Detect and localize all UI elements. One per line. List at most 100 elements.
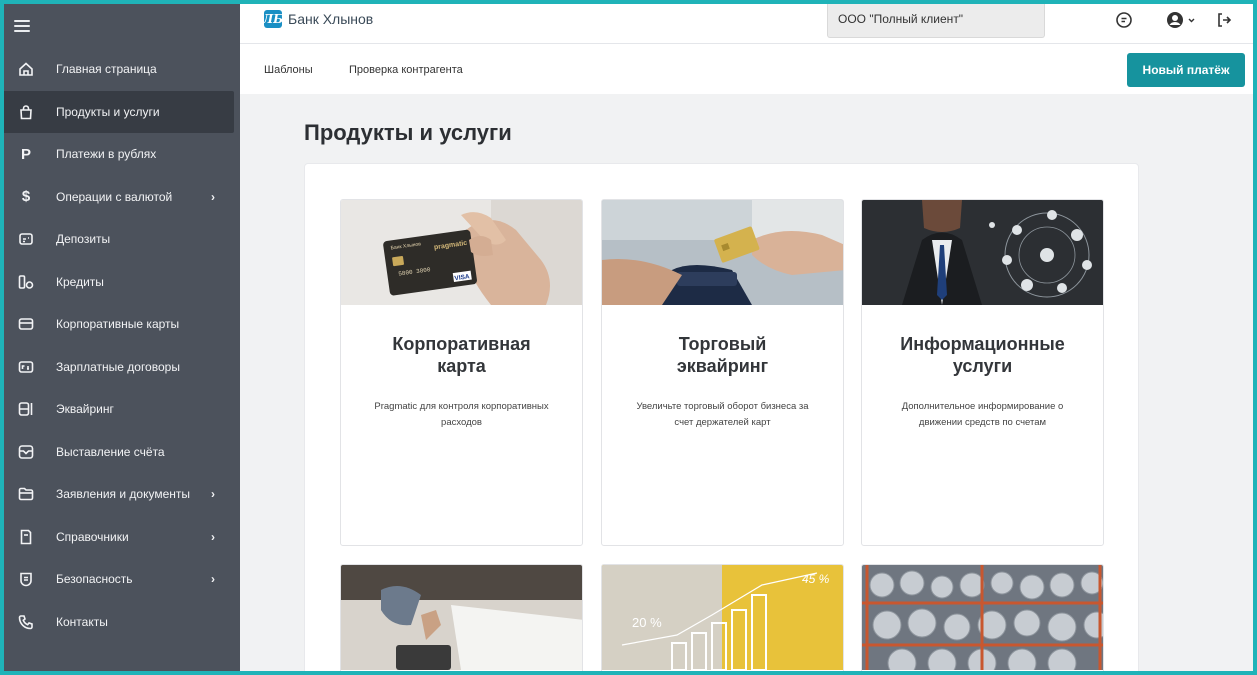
counterparty-check-link[interactable]: Проверка контрагента bbox=[349, 64, 463, 76]
growth-chart-photo: 20 % 45 % bbox=[602, 565, 843, 670]
bank-logo-mark: ЛБ bbox=[262, 10, 284, 28]
card-title: Корпоративная карта bbox=[341, 333, 582, 377]
card-icon bbox=[18, 316, 34, 332]
sidebar-item-acquiring[interactable]: Эквайринг bbox=[4, 388, 240, 431]
sidebar-item-label: Выставление счёта bbox=[56, 444, 165, 459]
product-card-corporate-card[interactable]: Банк Хлынов pragmatic 5800 3800 VISA Кор… bbox=[340, 199, 583, 546]
phone-icon bbox=[18, 614, 34, 630]
sidebar-item-label: Операции с валютой bbox=[56, 189, 173, 204]
sidebar-item-label: Зарплатные договоры bbox=[56, 359, 180, 374]
deposit-icon bbox=[18, 231, 34, 247]
card-description-line: Увеличьте торговый оборот бизнеса за bbox=[636, 401, 809, 412]
product-card-warehouse[interactable] bbox=[861, 564, 1104, 671]
bag-icon bbox=[18, 104, 34, 120]
subnav-bar: Шаблоны Проверка контрагента Новый платё… bbox=[240, 44, 1253, 94]
svg-text:45 %: 45 % bbox=[802, 572, 830, 586]
bank-name: Банк Хлынов bbox=[288, 11, 374, 27]
card-title-line: Корпоративная bbox=[392, 334, 531, 354]
card-description-line: расходов bbox=[441, 417, 482, 428]
card-description-line: счет держателей карт bbox=[674, 417, 771, 428]
card-title: Торговый эквайринг bbox=[602, 333, 843, 377]
card-title-line: Торговый bbox=[678, 334, 767, 354]
sidebar-item-invoicing[interactable]: Выставление счёта bbox=[4, 431, 240, 474]
chevron-right-icon: › bbox=[211, 189, 215, 204]
sidebar: Главная страница Продукты и услуги Р Пла… bbox=[4, 4, 240, 671]
sidebar-item-payroll[interactable]: Зарплатные договоры bbox=[4, 346, 240, 389]
sidebar-item-label: Корпоративные карты bbox=[56, 317, 180, 332]
sidebar-item-label: Депозиты bbox=[56, 232, 111, 247]
dollar-icon: $ bbox=[21, 188, 31, 206]
page-title: Продукты и услуги bbox=[304, 120, 512, 145]
card-title-line: услуги bbox=[952, 356, 1013, 376]
sidebar-item-corporate-cards[interactable]: Корпоративные карты bbox=[4, 303, 240, 346]
home-icon bbox=[18, 61, 34, 77]
user-menu[interactable] bbox=[1166, 10, 1200, 30]
product-card-growth[interactable]: 20 % 45 % bbox=[601, 564, 844, 671]
chevron-right-icon: › bbox=[211, 529, 215, 544]
warehouse-photo bbox=[862, 565, 1103, 670]
sidebar-top bbox=[4, 4, 240, 48]
card-image: 20 % 45 % bbox=[602, 565, 843, 670]
sidebar-item-label: Контакты bbox=[56, 614, 108, 629]
sidebar-item-label: Справочники bbox=[56, 529, 129, 544]
card-description: Дополнительное информирование о движении… bbox=[862, 399, 1103, 431]
accounting-photo bbox=[341, 565, 582, 670]
products-panel: Банк Хлынов pragmatic 5800 3800 VISA Кор… bbox=[304, 163, 1139, 671]
svg-text:20 %: 20 % bbox=[632, 615, 662, 630]
menu-icon[interactable] bbox=[14, 20, 30, 32]
card-title-line: карта bbox=[437, 356, 486, 376]
organization-selector[interactable]: ООО "Полный клиент" bbox=[827, 4, 1045, 38]
sidebar-item-products[interactable]: Продукты и услуги bbox=[4, 90, 234, 133]
new-payment-button[interactable]: Новый платёж bbox=[1127, 53, 1245, 87]
sidebar-item-label: Продукты и услуги bbox=[56, 104, 160, 119]
product-card-accounting[interactable] bbox=[340, 564, 583, 671]
credit-icon bbox=[18, 274, 34, 290]
sidebar-item-label: Эквайринг bbox=[56, 402, 114, 417]
sidebar-item-home[interactable]: Главная страница bbox=[4, 48, 240, 91]
product-card-info-services[interactable]: Информационные услуги Дополнительное инф… bbox=[861, 199, 1104, 546]
sidebar-item-label: Платежи в рублях bbox=[56, 147, 157, 162]
sidebar-menu: Главная страница Продукты и услуги Р Пла… bbox=[4, 48, 240, 643]
corporate-card-photo: Банк Хлынов pragmatic 5800 3800 VISA bbox=[341, 200, 582, 305]
book-icon bbox=[18, 529, 34, 545]
card-title: Информационные услуги bbox=[862, 333, 1103, 377]
bank-logo[interactable]: ЛБ Банк Хлынов bbox=[262, 10, 374, 28]
chevron-right-icon: › bbox=[211, 487, 215, 502]
app-frame: Главная страница Продукты и услуги Р Пла… bbox=[4, 4, 1253, 671]
card-image bbox=[862, 565, 1103, 670]
chevron-right-icon: › bbox=[211, 572, 215, 587]
user-avatar-icon bbox=[1167, 12, 1195, 28]
acquiring-photo bbox=[602, 200, 843, 305]
card-description: Увеличьте торговый оборот бизнеса за сче… bbox=[602, 399, 843, 431]
sidebar-item-label: Кредиты bbox=[56, 274, 104, 289]
card-description-line: движении средств по счетам bbox=[918, 417, 1047, 428]
card-description-line: Pragmatic для контроля корпоративных bbox=[374, 401, 549, 412]
templates-link[interactable]: Шаблоны bbox=[264, 64, 313, 76]
card-title-line: Информационные bbox=[900, 334, 1065, 354]
sidebar-item-label: Безопасность bbox=[56, 572, 133, 587]
card-image bbox=[602, 200, 843, 305]
card-title-line: эквайринг bbox=[676, 356, 769, 376]
card-image bbox=[341, 565, 582, 670]
sidebar-item-applications[interactable]: Заявления и документы › bbox=[4, 473, 240, 516]
sidebar-item-currency[interactable]: $ Операции с валютой › bbox=[4, 176, 240, 219]
shield-icon bbox=[18, 571, 34, 587]
sidebar-item-label: Заявления и документы bbox=[56, 487, 190, 502]
ruble-icon: Р bbox=[20, 145, 31, 163]
sidebar-item-deposits[interactable]: Депозиты bbox=[4, 218, 240, 261]
card-description-line: Дополнительное информирование о bbox=[901, 401, 1064, 412]
card-image: Банк Хлынов pragmatic 5800 3800 VISA bbox=[341, 200, 582, 305]
payroll-icon bbox=[18, 359, 34, 375]
terminal-icon bbox=[18, 401, 34, 417]
sidebar-item-credits[interactable]: Кредиты bbox=[4, 261, 240, 304]
logout-icon[interactable] bbox=[1214, 10, 1234, 30]
sidebar-item-label: Главная страница bbox=[56, 62, 157, 77]
chat-icon[interactable] bbox=[1114, 10, 1134, 30]
sidebar-item-directories[interactable]: Справочники › bbox=[4, 516, 240, 559]
sidebar-item-security[interactable]: Безопасность › bbox=[4, 558, 240, 601]
sidebar-item-ruble-payments[interactable]: Р Платежи в рублях bbox=[4, 133, 240, 176]
folder-icon bbox=[18, 486, 34, 502]
card-description: Pragmatic для контроля корпоративных рас… bbox=[341, 399, 582, 431]
product-card-acquiring[interactable]: Торговый эквайринг Увеличьте торговый об… bbox=[601, 199, 844, 546]
sidebar-item-contacts[interactable]: Контакты bbox=[4, 601, 240, 644]
